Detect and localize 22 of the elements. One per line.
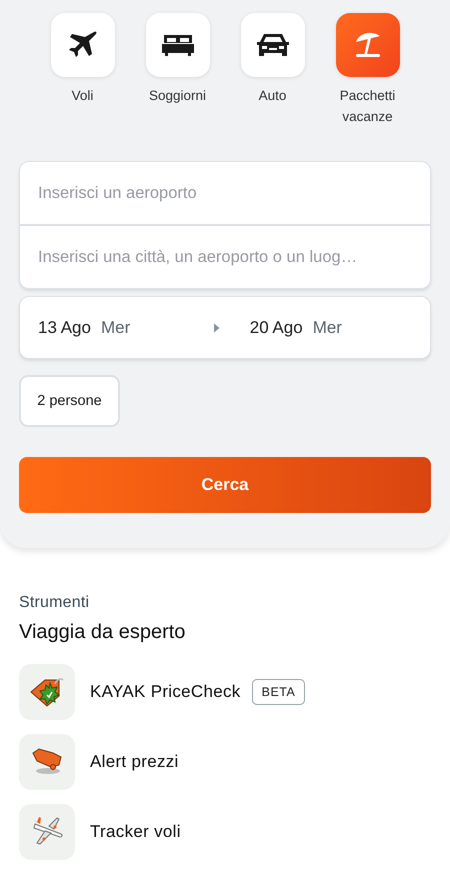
end-date: 20 Ago: [250, 318, 303, 338]
bed-icon: [160, 33, 194, 57]
end-weekday: Mer: [312, 318, 342, 338]
start-date: 13 Ago: [38, 318, 91, 338]
tool-link[interactable]: Tracker voli: [90, 822, 181, 842]
section-heading: Viaggia da esperto: [19, 621, 186, 644]
arrow-right-icon: [214, 322, 220, 332]
category-label[interactable]: Auto: [226, 85, 318, 106]
travelers-button[interactable]: 2 persone: [19, 375, 120, 427]
section-label: Strumenti: [19, 594, 90, 612]
search-button[interactable]: Cerca: [19, 457, 431, 513]
beta-badge: BETA: [252, 679, 306, 705]
car-icon: [256, 31, 290, 59]
category-label[interactable]: Voli: [36, 85, 128, 106]
tool-link[interactable]: KAYAK PriceCheck: [90, 682, 241, 702]
origin-input[interactable]: Inserisci un aeroporto: [20, 162, 430, 224]
destination-input[interactable]: Inserisci una città, un aeroporto o un luog…: [20, 226, 430, 288]
category-label[interactable]: Pacchetti vacanze: [322, 85, 414, 127]
date-range-field[interactable]: 13 Ago Mer 20 Ago Mer: [19, 296, 431, 359]
start-weekday: Mer: [100, 318, 130, 338]
category-label[interactable]: Soggiorni: [132, 85, 224, 106]
tool-link[interactable]: Alert prezzi: [90, 752, 179, 772]
